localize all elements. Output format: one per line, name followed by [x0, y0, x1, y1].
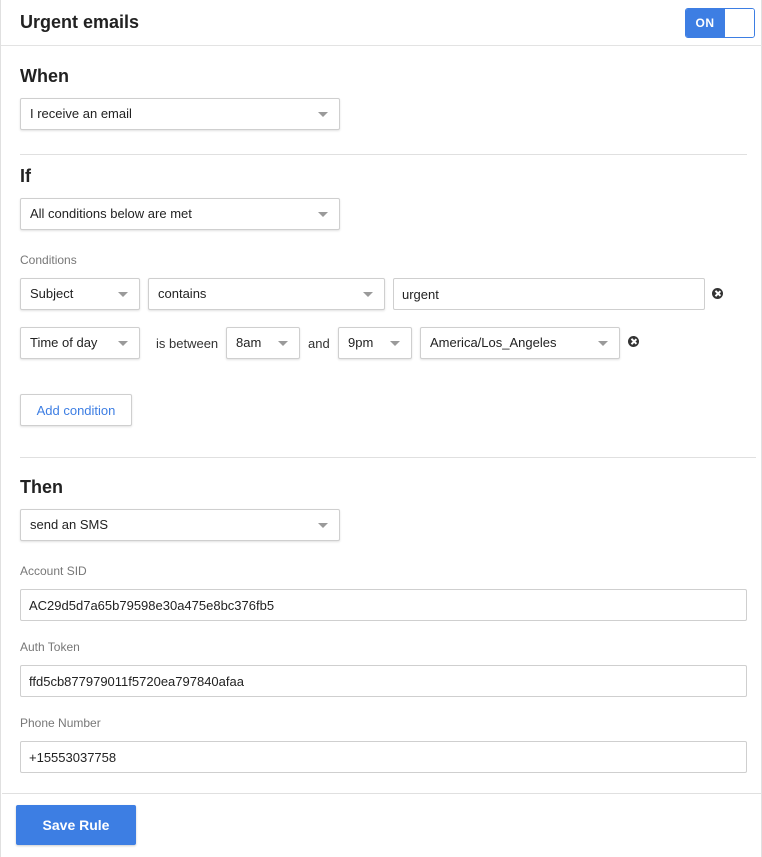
- auth-token-input[interactable]: [20, 665, 747, 697]
- rule-header: Urgent emails ON: [1, 0, 762, 46]
- rule-title: Urgent emails: [20, 12, 140, 32]
- condition-2-from-value: 8am: [236, 335, 262, 350]
- save-rule-button[interactable]: Save Rule: [16, 805, 136, 845]
- condition-2-to-value: 9pm: [348, 335, 374, 350]
- chevron-down-icon: [318, 212, 328, 217]
- remove-condition-1-icon[interactable]: [712, 288, 723, 299]
- phone-number-input[interactable]: [20, 741, 747, 773]
- condition-2-timezone-value: America/Los_Angeles: [430, 335, 557, 350]
- then-heading: Then: [20, 477, 63, 497]
- account-sid-label: Account SID: [20, 564, 87, 578]
- chevron-down-icon: [118, 292, 128, 297]
- condition-2-operator-text: is between: [156, 336, 219, 351]
- match-mode-value: All conditions below are met: [30, 206, 192, 221]
- condition-2-field-value: Time of day: [30, 335, 98, 350]
- rule-editor: Urgent emails ON When I receive an email…: [0, 0, 762, 857]
- match-mode-select[interactable]: All conditions below are met: [20, 198, 340, 230]
- condition-1-operator-select[interactable]: contains: [148, 278, 385, 310]
- conditions-label: Conditions: [20, 253, 77, 267]
- condition-1-operator-value: contains: [158, 286, 207, 301]
- chevron-down-icon: [598, 341, 608, 346]
- condition-2-timezone-select[interactable]: America/Los_Angeles: [420, 327, 620, 359]
- when-heading: When: [20, 66, 69, 86]
- condition-2-field-select[interactable]: Time of day: [20, 327, 140, 359]
- chevron-down-icon: [363, 292, 373, 297]
- condition-1-field-value: Subject: [30, 286, 74, 301]
- if-heading: If: [20, 166, 31, 186]
- trigger-select[interactable]: I receive an email: [20, 98, 340, 130]
- condition-2-to-select[interactable]: 9pm: [338, 327, 412, 359]
- remove-condition-2-icon[interactable]: [628, 336, 639, 347]
- chevron-down-icon: [390, 341, 400, 346]
- divider: [20, 154, 747, 155]
- auth-token-label: Auth Token: [20, 640, 80, 654]
- condition-2-joiner-text: and: [308, 336, 330, 351]
- condition-2-from-select[interactable]: 8am: [226, 327, 300, 359]
- chevron-down-icon: [318, 112, 328, 117]
- toggle-on-label: ON: [686, 9, 724, 37]
- footer-divider: [2, 793, 762, 794]
- action-select-value: send an SMS: [30, 517, 109, 532]
- phone-number-label: Phone Number: [20, 716, 101, 730]
- rule-enabled-toggle[interactable]: ON: [685, 8, 755, 38]
- condition-1-field-select[interactable]: Subject: [20, 278, 140, 310]
- chevron-down-icon: [318, 523, 328, 528]
- action-select[interactable]: send an SMS: [20, 509, 340, 541]
- toggle-knob: [724, 9, 754, 37]
- add-condition-button[interactable]: Add condition: [20, 394, 132, 426]
- chevron-down-icon: [278, 341, 288, 346]
- divider: [20, 457, 756, 458]
- account-sid-input[interactable]: [20, 589, 747, 621]
- trigger-select-value: I receive an email: [30, 106, 132, 121]
- chevron-down-icon: [118, 341, 128, 346]
- condition-1-value-input[interactable]: [393, 278, 705, 310]
